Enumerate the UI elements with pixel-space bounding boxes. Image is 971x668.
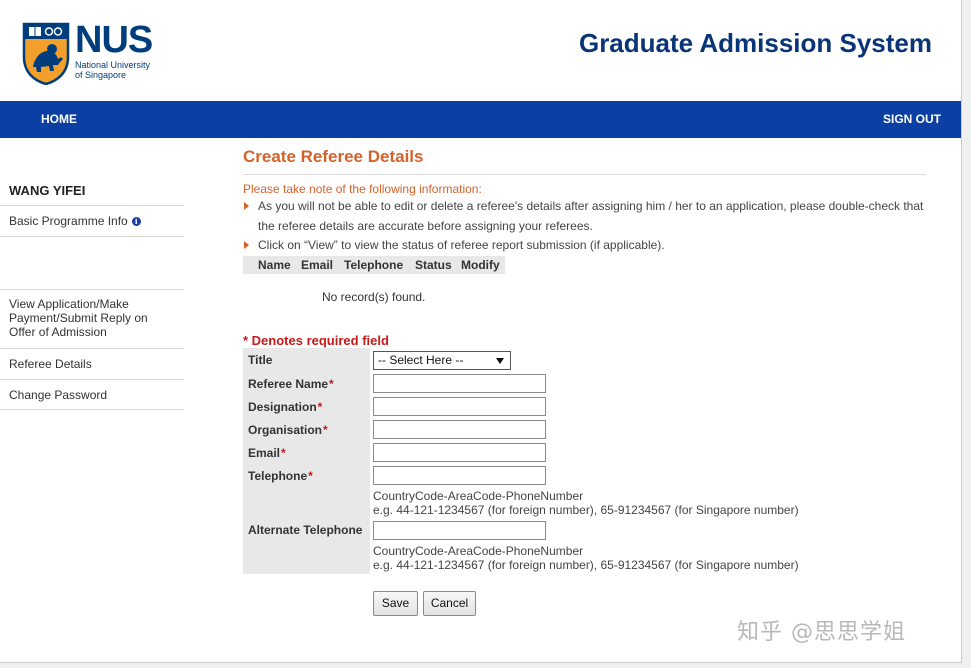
note-heading: Please take note of the following inform… — [243, 182, 482, 196]
sidebar-item-view-application[interactable]: View Application/Make Payment/Submit Rep… — [0, 289, 184, 349]
logo-line-2: of Singapore — [75, 70, 127, 80]
email-input[interactable] — [373, 443, 546, 462]
form-label-column: Title Referee Name* Designation* Organis… — [243, 348, 370, 574]
page: NUS National University of Singapore Gra… — [0, 0, 962, 663]
hint-line: e.g. 44-121-1234567 (for foreign number)… — [373, 558, 799, 572]
sidebar-spacer — [0, 236, 184, 290]
bullet-arrow-icon — [244, 241, 249, 249]
email-label: Email* — [248, 446, 286, 460]
column-header-status: Status — [415, 258, 452, 272]
save-button[interactable]: Save — [373, 591, 418, 616]
required-marker: * — [308, 469, 313, 483]
hint-line: CountryCode-AreaCode-PhoneNumber — [373, 544, 584, 558]
required-marker: * — [317, 400, 323, 414]
logo-line-1: National University — [75, 60, 151, 70]
alternate-telephone-label: Alternate Telephone — [248, 523, 363, 537]
required-marker: * — [281, 446, 286, 460]
bullet-arrow-icon — [244, 202, 249, 210]
dropdown-arrow-icon — [496, 358, 504, 364]
sidebar-item-change-password[interactable]: Change Password — [0, 379, 184, 410]
column-header-telephone: Telephone — [344, 258, 404, 272]
logo-abbrev: NUS — [75, 19, 153, 61]
page-title: Create Referee Details — [243, 147, 424, 166]
info-icon[interactable]: i — [131, 217, 141, 226]
title-select[interactable]: -- Select Here -- — [373, 351, 511, 370]
required-field-note: * Denotes required field — [243, 333, 389, 348]
note-text: As you will not be able to edit or delet… — [258, 199, 924, 233]
referee-name-label: Referee Name* — [248, 377, 334, 391]
sidebar-item-referee-details[interactable]: Referee Details — [0, 348, 184, 379]
telephone-label: Telephone* — [248, 469, 313, 483]
sidebar-item-label: Referee Details — [9, 357, 92, 371]
referee-name-input[interactable] — [373, 374, 546, 393]
sidebar-item-basic-programme-info[interactable]: Basic Programme Info i — [0, 205, 184, 237]
alternate-telephone-input[interactable] — [373, 521, 546, 540]
cancel-button[interactable]: Cancel — [423, 591, 476, 616]
designation-label: Designation* — [248, 400, 323, 414]
designation-input[interactable] — [373, 397, 546, 416]
title-select-value: -- Select Here -- — [378, 353, 464, 367]
column-header-name: Name — [258, 258, 291, 272]
hint-line: e.g. 44-121-1234567 (for foreign number)… — [373, 503, 799, 517]
nus-crest-icon — [22, 22, 70, 85]
hint-line: CountryCode-AreaCode-PhoneNumber — [373, 489, 584, 503]
required-marker: * — [329, 377, 334, 391]
alternate-telephone-format-hint: CountryCode-AreaCode-PhoneNumber e.g. 44… — [373, 544, 799, 572]
note-item: As you will not be able to edit or delet… — [243, 196, 928, 236]
sidebar-item-label: View Application/Make Payment/Submit Rep… — [9, 297, 148, 339]
column-header-modify: Modify — [461, 258, 500, 272]
header: NUS National University of Singapore Gra… — [0, 0, 961, 101]
empty-table-message: No record(s) found. — [322, 290, 426, 304]
required-marker: * — [323, 423, 328, 437]
note-item: Click on “View” to view the status of re… — [243, 235, 928, 255]
organisation-label: Organisation* — [248, 423, 328, 437]
nav-sign-out-link[interactable]: SIGN OUT — [883, 112, 941, 126]
system-title: Graduate Admission System — [578, 28, 932, 58]
logo-wordmark: NUS National University of Singapore — [75, 19, 153, 80]
note-text: Click on “View” to view the status of re… — [258, 238, 665, 252]
organisation-input[interactable] — [373, 420, 546, 439]
user-name: WANG YIFEI — [9, 183, 86, 198]
sidebar-item-label: Basic Programme Info — [9, 214, 128, 228]
sidebar-item-label: Change Password — [9, 388, 108, 402]
title-label: Title — [248, 353, 273, 367]
top-navbar: HOME SIGN OUT — [0, 101, 961, 138]
nav-home-link[interactable]: HOME — [41, 112, 77, 126]
title-divider — [243, 174, 926, 175]
referee-table-header: Name Email Telephone Status Modify — [243, 256, 505, 274]
telephone-format-hint: CountryCode-AreaCode-PhoneNumber e.g. 44… — [373, 489, 799, 517]
column-header-email: Email — [301, 258, 334, 272]
nus-logo[interactable]: NUS National University of Singapore — [21, 21, 166, 87]
telephone-input[interactable] — [373, 466, 546, 485]
watermark: 知乎 @思思学姐 — [737, 620, 906, 645]
